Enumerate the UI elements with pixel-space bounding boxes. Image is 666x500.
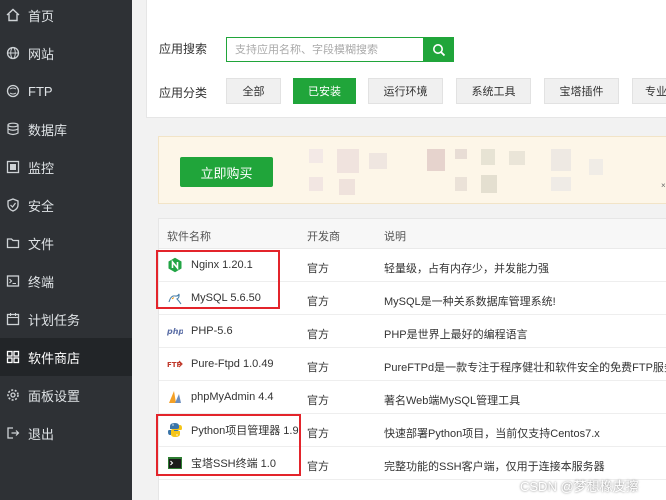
table-row[interactable]: phpMyAdmin 4.4 官方 著名Web端MySQL管理工具 [159, 381, 666, 414]
sidebar-item-terminal[interactable]: 终端 [0, 262, 132, 300]
blurred-content [309, 177, 323, 191]
tab-runtime[interactable]: 运行环境 [368, 78, 443, 104]
search-button[interactable] [423, 37, 454, 62]
logout-icon [6, 426, 20, 440]
ftpd-icon: FTP [167, 356, 183, 372]
blurred-content [589, 159, 603, 175]
blurred-content [481, 149, 495, 165]
sidebar-item-label: 计划任务 [28, 312, 81, 328]
sidebar-item-software-store[interactable]: 软件商店 [0, 338, 132, 376]
monitor-icon [6, 160, 20, 174]
sidebar: 首页 网站 FTP 数据库 监控 安全 文件 终端 计划任务 软件商店 面板设置 [0, 0, 132, 500]
ftp-globe-icon [6, 84, 20, 98]
phpmyadmin-icon [167, 389, 183, 405]
database-icon [6, 122, 20, 136]
table-row[interactable]: FTP Pure-Ftpd 1.0.49 官方 PureFTPd是一款专注于程序… [159, 348, 666, 381]
sidebar-item-ftp[interactable]: FTP [0, 72, 132, 110]
grid-icon [6, 350, 20, 364]
sidebar-item-monitor[interactable]: 监控 [0, 148, 132, 186]
software-description: 轻量级，占有内存少，并发能力强 [384, 263, 549, 275]
terminal-icon [6, 274, 20, 288]
search-input[interactable] [235, 43, 423, 56]
blurred-content [337, 149, 359, 173]
software-name[interactable]: Pure-Ftpd 1.0.49 [191, 358, 274, 370]
software-description: MySQL是一种关系数据库管理系统! [384, 296, 556, 308]
sidebar-item-label: 文件 [28, 236, 55, 252]
software-name[interactable]: PHP-5.6 [191, 325, 233, 337]
shield-icon [6, 198, 20, 212]
blurred-content [339, 179, 355, 195]
sidebar-item-label: 数据库 [28, 122, 68, 138]
column-header-name[interactable]: 软件名称 [167, 228, 211, 244]
software-vendor: 官方 [307, 329, 329, 341]
tab-professional[interactable]: 专业 [632, 78, 666, 104]
calendar-icon [6, 312, 20, 326]
software-vendor: 官方 [307, 395, 329, 407]
column-header-vendor[interactable]: 开发商 [307, 228, 340, 244]
software-description: 完整功能的SSH客户端，仅用于连接本服务器 [384, 461, 605, 473]
table-row[interactable]: php PHP-5.6 官方 PHP是世界上最好的编程语言 [159, 315, 666, 348]
sidebar-item-websites[interactable]: 网站 [0, 34, 132, 72]
php-icon: php [167, 323, 183, 339]
blurred-content [509, 151, 525, 165]
sidebar-item-label: 终端 [28, 274, 55, 290]
software-vendor: 官方 [307, 461, 329, 473]
blurred-content [427, 149, 445, 171]
sidebar-item-home[interactable]: 首页 [0, 0, 132, 34]
column-header-description[interactable]: 说明 [384, 228, 406, 244]
tab-bt-plugins[interactable]: 宝塔插件 [544, 78, 619, 104]
gear-icon [6, 388, 20, 402]
folder-icon [6, 236, 20, 250]
search-label: 应用搜索 [159, 42, 208, 56]
sidebar-item-panel-settings[interactable]: 面板设置 [0, 376, 132, 414]
blurred-content [551, 177, 571, 191]
sidebar-item-label: FTP [28, 83, 53, 99]
main-content: 应用搜索 应用分类 全部 已安装 运行环境 系统工具 宝塔插件 专业 立即购买 … [132, 0, 666, 500]
software-vendor: 官方 [307, 362, 329, 374]
sidebar-item-files[interactable]: 文件 [0, 224, 132, 262]
search-box [226, 37, 423, 62]
software-vendor: 官方 [307, 428, 329, 440]
watermark: CSDN @梦想橡皮擦 [520, 479, 639, 494]
software-vendor: 官方 [307, 263, 329, 275]
software-description: PHP是世界上最好的编程语言 [384, 329, 528, 341]
globe-icon [6, 46, 20, 60]
software-description: 著名Web端MySQL管理工具 [384, 395, 521, 407]
blurred-content [455, 149, 467, 159]
promo-banner: 立即购买 × [158, 136, 666, 204]
software-vendor: 官方 [307, 296, 329, 308]
sidebar-item-label: 面板设置 [28, 388, 81, 404]
blurred-content [481, 175, 497, 193]
search-icon [432, 43, 445, 56]
highlight-box [156, 250, 280, 309]
blurred-content [455, 177, 467, 191]
buy-now-button[interactable]: 立即购买 [180, 157, 273, 187]
home-icon [6, 8, 20, 22]
filter-panel: 应用搜索 应用分类 全部 已安装 运行环境 系统工具 宝塔插件 专业 [146, 0, 666, 118]
tab-all[interactable]: 全部 [226, 78, 281, 104]
sidebar-item-label: 网站 [28, 46, 55, 62]
sidebar-item-cron[interactable]: 计划任务 [0, 300, 132, 338]
sidebar-item-label: 监控 [28, 160, 55, 176]
sidebar-item-database[interactable]: 数据库 [0, 110, 132, 148]
tab-system-tools[interactable]: 系统工具 [456, 78, 531, 104]
blurred-content [309, 149, 323, 163]
blurred-content [369, 153, 387, 169]
software-name[interactable]: phpMyAdmin 4.4 [191, 391, 274, 403]
sidebar-item-label: 安全 [28, 198, 55, 214]
sidebar-item-label: 首页 [28, 8, 55, 24]
sidebar-item-logout[interactable]: 退出 [0, 414, 132, 452]
table-header: 软件名称 开发商 说明 [159, 219, 666, 249]
tab-installed[interactable]: 已安装 [293, 78, 356, 104]
sidebar-item-label: 退出 [28, 426, 55, 442]
highlight-box [156, 414, 301, 476]
software-description: PureFTPd是一款专注于程序健壮和软件安全的免费FTP服务器软 [384, 362, 666, 374]
close-icon[interactable]: × [661, 181, 666, 190]
software-description: 快速部署Python项目，当前仅支持Centos7.x [384, 428, 600, 440]
category-label: 应用分类 [159, 86, 208, 100]
blurred-content [551, 149, 571, 171]
sidebar-item-label: 软件商店 [28, 350, 81, 366]
svg-text:php: php [167, 327, 183, 336]
sidebar-item-security[interactable]: 安全 [0, 186, 132, 224]
